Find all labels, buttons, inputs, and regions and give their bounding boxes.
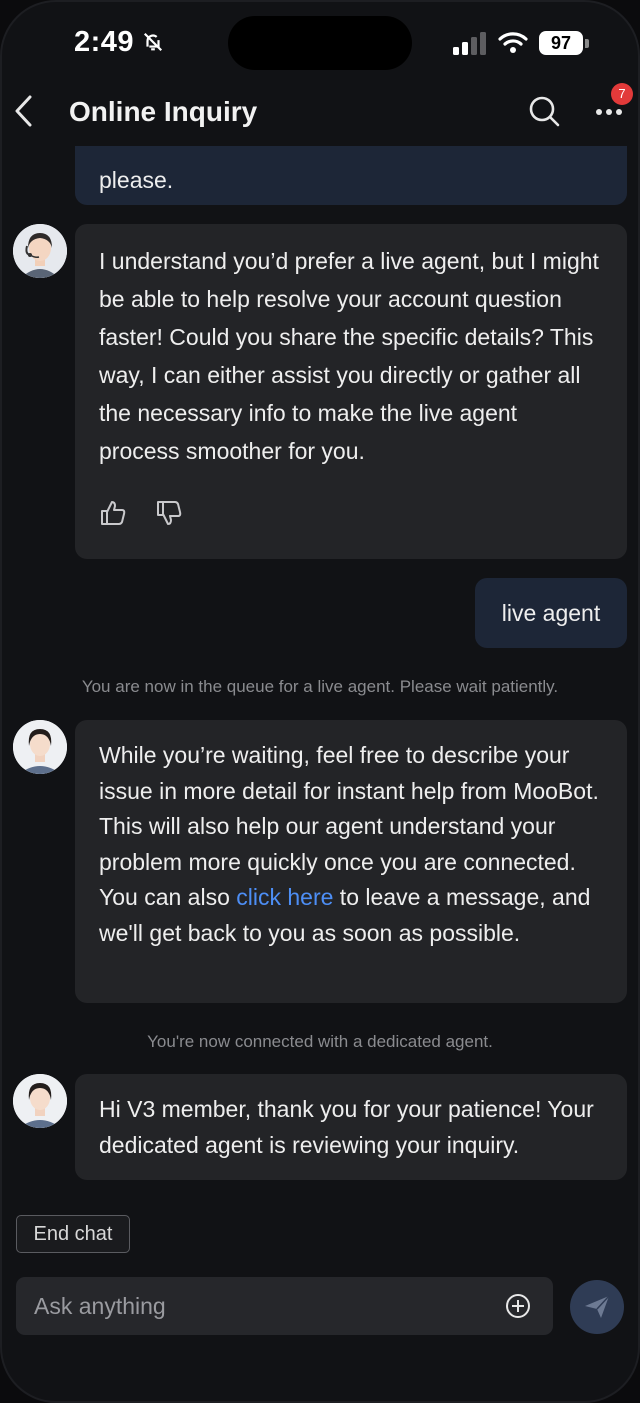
message-text: While you’re waiting, feel free to descr… <box>99 738 603 951</box>
agent-avatar <box>13 720 67 774</box>
more-dots-icon[interactable] <box>595 108 623 116</box>
send-icon <box>585 1295 610 1318</box>
status-time: 2:49 <box>74 26 135 58</box>
send-button[interactable] <box>570 1280 624 1334</box>
avatar-illustration <box>13 224 67 278</box>
dynamic-island <box>228 16 412 70</box>
click-here-link[interactable]: click here <box>236 884 333 910</box>
status-bar: J 2:49 97 <box>2 2 638 82</box>
corner-glyph: J <box>8 4 14 18</box>
user-message: please. <box>75 146 627 205</box>
message-input[interactable] <box>34 1277 494 1335</box>
thumbs-down-icon[interactable] <box>155 499 183 527</box>
notification-badge: 7 <box>611 83 633 105</box>
search-icon[interactable] <box>528 95 560 127</box>
phone-screen: J 2:49 97 Online Inquiry 7 please. I und… <box>0 0 640 1403</box>
bot-message: While you’re waiting, feel free to descr… <box>75 720 627 1003</box>
user-message: live agent <box>475 578 627 648</box>
message-text: please. <box>99 167 174 193</box>
message-text: live agent <box>501 600 601 626</box>
plus-circle-icon[interactable] <box>505 1293 531 1319</box>
bell-muted-icon <box>143 32 163 52</box>
message-text: I understand you’d prefer a live agent, … <box>99 248 599 464</box>
bot-avatar <box>13 224 67 278</box>
thumbs-up-icon[interactable] <box>99 499 127 527</box>
avatar-photo <box>13 1074 67 1128</box>
system-notice: You are now in the queue for a live agen… <box>81 677 559 696</box>
page-title: Online Inquiry <box>69 96 258 127</box>
avatar-photo <box>13 720 67 774</box>
wifi-icon <box>498 32 528 53</box>
bot-message: Hi V3 member, thank you for your patienc… <box>75 1074 627 1180</box>
message-text: Hi V3 member, thank you for your patienc… <box>99 1096 594 1158</box>
battery-tip <box>585 39 589 48</box>
end-chat-button[interactable]: End chat <box>16 1215 130 1253</box>
battery-indicator: 97 <box>539 31 583 55</box>
chevron-left-icon[interactable] <box>12 94 36 128</box>
chat-thread[interactable]: please. I understand you’d prefer a live… <box>2 146 638 1206</box>
agent-avatar <box>13 1074 67 1128</box>
chat-header: Online Inquiry 7 <box>2 82 638 146</box>
cellular-signal-icon <box>453 32 486 55</box>
system-notice: You're now connected with a dedicated ag… <box>147 1032 493 1051</box>
message-composer <box>16 1277 553 1335</box>
